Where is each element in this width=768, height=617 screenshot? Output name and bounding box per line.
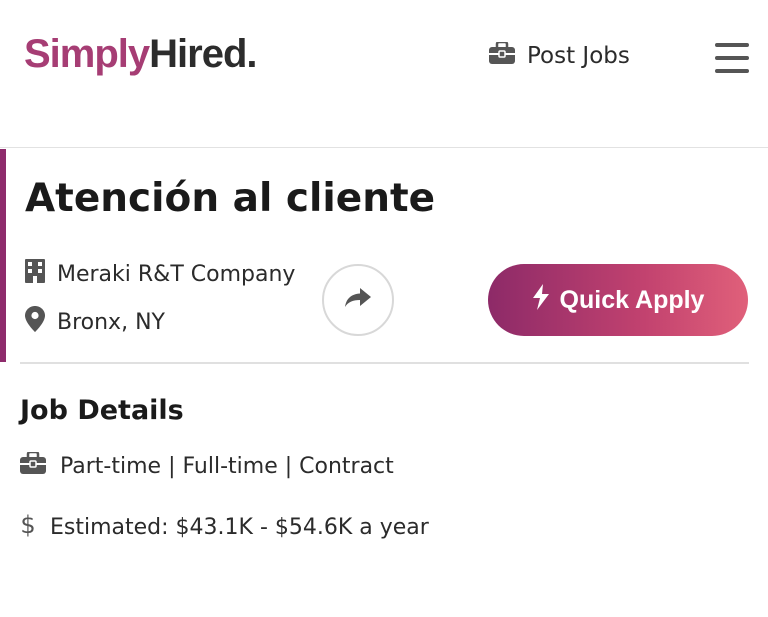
logo-part-simply: Simply — [24, 32, 150, 76]
salary-text: Estimated: $43.1K - $54.6K a year — [50, 514, 429, 540]
salary-row: $ Estimated: $43.1K - $54.6K a year — [20, 510, 429, 544]
briefcase-icon — [489, 40, 515, 70]
site-header: SimplyHired. Post Jobs — [0, 0, 768, 148]
share-button[interactable] — [322, 264, 394, 336]
briefcase-icon — [20, 450, 46, 480]
job-details-heading: Job Details — [20, 395, 184, 426]
job-types-text: Part-time | Full-time | Contract — [60, 453, 394, 479]
map-pin-icon — [25, 306, 45, 338]
job-location: Bronx, NY — [57, 309, 165, 335]
location-row: Bronx, NY — [25, 306, 165, 338]
svg-text:$: $ — [20, 511, 35, 538]
simplyhired-logo[interactable]: SimplyHired. — [24, 32, 258, 77]
section-divider — [20, 362, 749, 364]
job-summary-card: Atención al cliente Meraki R&T Company B… — [0, 149, 768, 362]
share-arrow-icon — [345, 288, 371, 312]
dollar-icon: $ — [20, 510, 36, 544]
job-title: Atención al cliente — [25, 176, 436, 221]
quick-apply-label: Quick Apply — [559, 285, 705, 314]
post-jobs-label: Post Jobs — [527, 43, 630, 69]
lightning-bolt-icon — [532, 283, 550, 317]
post-jobs-link[interactable]: Post Jobs — [489, 40, 630, 70]
company-row: Meraki R&T Company — [25, 259, 295, 289]
quick-apply-button[interactable]: Quick Apply — [488, 264, 748, 336]
building-icon — [25, 259, 45, 289]
company-name[interactable]: Meraki R&T Company — [57, 262, 295, 287]
job-types-row: Part-time | Full-time | Contract — [20, 450, 394, 480]
hamburger-menu-icon[interactable] — [715, 42, 749, 74]
logo-part-hired: Hired. — [149, 32, 257, 76]
